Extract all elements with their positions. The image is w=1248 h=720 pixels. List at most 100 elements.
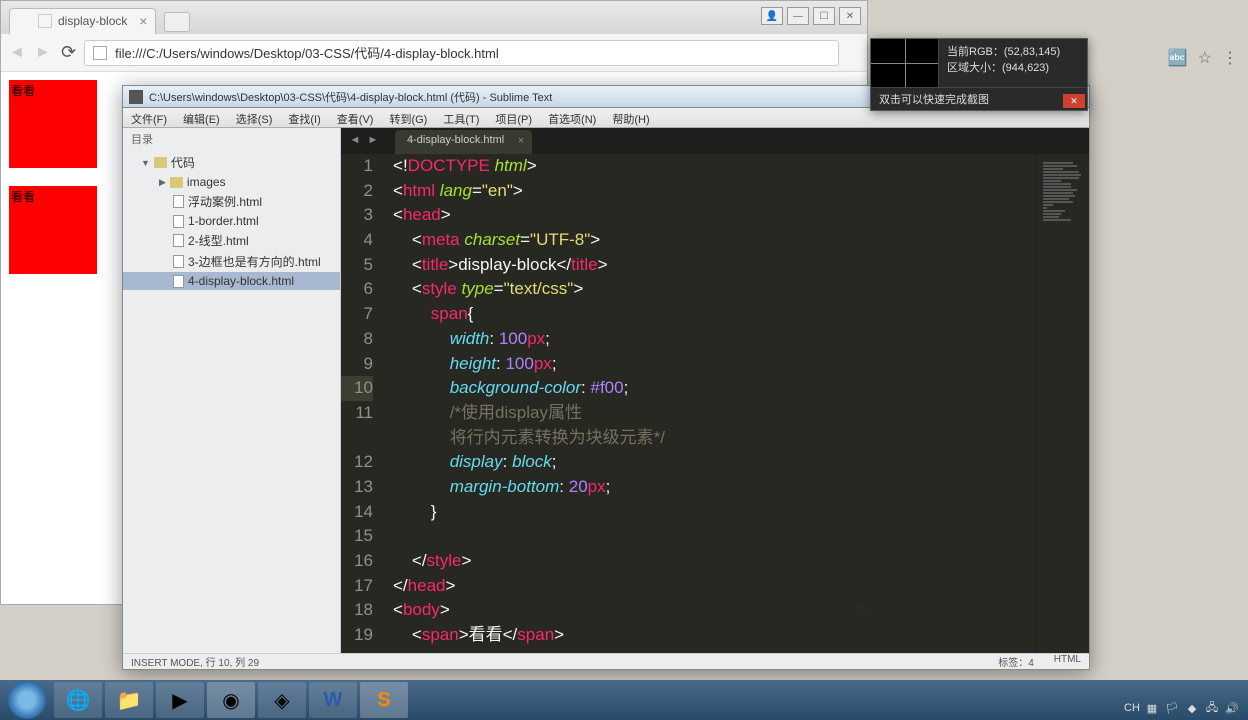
line-number: 8 [341,327,373,352]
code-area[interactable]: 12345678910111213141516171819 <!DOCTYPE … [341,154,1089,653]
tree-file-item[interactable]: 4-display-block.html [123,272,340,290]
status-mode: INSERT MODE, 行 10, 列 29 [131,654,259,669]
code-line: height: 100px; [393,352,1035,377]
taskbar-sublime-icon[interactable]: S [360,682,408,718]
url-bar[interactable]: file:///C:/Users/windows/Desktop/03-CSS/… [84,40,839,66]
line-number: 10 [341,376,373,401]
tray-network-icon[interactable]: 🖧 [1204,700,1220,716]
tray-icon[interactable]: ▦ [1144,700,1160,716]
taskbar-word-icon[interactable]: W [309,682,357,718]
code-content[interactable]: <!DOCTYPE html><html lang="en"><head> <m… [389,154,1035,653]
code-line: } [393,500,1035,525]
sidebar-header: 目录 [123,128,340,150]
tree-subfolder[interactable]: ▶ images [123,173,340,191]
tray-flag-icon[interactable]: 🏳 [1164,700,1180,716]
hint-text: 双击可以快速完成截图 [879,91,989,107]
sublime-editor: ◄ ► 4-display-block.html × 1234567891011… [341,128,1089,653]
code-line: <meta charset="UTF-8"> [393,228,1035,253]
maximize-button[interactable]: ☐ [813,7,835,25]
sublime-text-window: C:\Users\windows\Desktop\03-CSS\代码\4-dis… [122,85,1090,670]
status-syntax[interactable]: HTML [1054,654,1081,669]
tray-ime-icon[interactable]: CH [1124,700,1140,716]
tab-history-back-icon[interactable]: ◄ [347,132,363,148]
line-number: 6 [341,277,373,302]
translate-icon[interactable]: 🔤 [1168,48,1188,68]
menu-item[interactable]: 查找(I) [280,108,328,127]
line-number: 13 [341,475,373,500]
line-number: 2 [341,179,373,204]
file-icon [173,195,184,208]
tree-file-item[interactable]: 2-线型.html [123,230,340,251]
menu-item[interactable]: 编辑(E) [175,108,228,127]
close-button[interactable]: ✕ [839,7,861,25]
tree-root-folder[interactable]: ▼ 代码 [123,152,340,173]
chrome-menu-icon[interactable]: ⋮ [1222,48,1238,68]
start-button[interactable] [8,681,46,719]
tab-close-icon[interactable]: × [139,13,147,29]
sublime-menubar: 文件(F)编辑(E)选择(S)查找(I)查看(V)转到(G)工具(T)项目(P)… [123,108,1089,128]
line-number: 16 [341,549,373,574]
menu-item[interactable]: 帮助(H) [604,108,657,127]
tab-history-forward-icon[interactable]: ► [365,132,381,148]
line-number: 9 [341,352,373,377]
menu-item[interactable]: 文件(F) [123,108,175,127]
windows-taskbar: 🌐 📁 ▶ ◉ ◈ W S CH ▦ 🏳 ◆ 🖧 🔊 [0,680,1248,720]
taskbar-media-icon[interactable]: ▶ [156,682,204,718]
code-line: margin-bottom: 20px; [393,475,1035,500]
rgb-label: 当前RGB： [947,46,1004,58]
menu-item[interactable]: 查看(V) [329,108,382,127]
taskbar-explorer-icon[interactable]: 📁 [105,682,153,718]
sublime-sidebar: 目录 ▼ 代码 ▶ images 浮动案例.html1-border.html2… [123,128,341,653]
taskbar-ie-icon[interactable]: 🌐 [54,682,102,718]
browser-toolbar: ◄ ► ⟳ file:///C:/Users/windows/Desktop/0… [1,34,867,72]
tree-file-item[interactable]: 浮动案例.html [123,191,340,212]
code-line: <head> [393,203,1035,228]
menu-item[interactable]: 工具(T) [435,108,487,127]
minimize-button[interactable]: — [787,7,809,25]
line-number: 4 [341,228,373,253]
sublime-title: C:\Users\windows\Desktop\03-CSS\代码\4-dis… [149,89,552,105]
back-button[interactable]: ◄ [9,44,27,62]
tree-file-item[interactable]: 1-border.html [123,212,340,230]
reload-button[interactable]: ⟳ [61,42,76,63]
size-value: (944,623) [1002,62,1049,74]
editor-tab[interactable]: 4-display-block.html × [395,130,532,154]
code-line: <style type="text/css"> [393,277,1035,302]
line-number: 1 [341,154,373,179]
size-label: 区域大小： [947,62,1002,74]
editor-tab-close-icon[interactable]: × [518,135,524,147]
code-line: display: block; [393,450,1035,475]
picker-info: 当前RGB：(52,83,145) 区域大小：(944,623) [939,39,1068,87]
picker-close-button[interactable]: ✕ [1063,94,1085,108]
user-icon[interactable]: 👤 [761,7,783,25]
bookmark-star-icon[interactable]: ☆ [1198,48,1212,68]
code-line: background-color: #f00; [393,376,1035,401]
tree-file-item[interactable]: 3-边框也是有方向的.html [123,251,340,272]
code-line: <body> [393,598,1035,623]
tray-icon[interactable]: ◆ [1184,700,1200,716]
code-line: span{ [393,302,1035,327]
browser-tab[interactable]: display-block × [9,8,156,34]
browser-tab-strip: display-block × 👤 — ☐ ✕ [1,1,867,34]
color-picker-tooltip[interactable]: 当前RGB：(52,83,145) 区域大小：(944,623) 双击可以快速完… [870,38,1088,111]
new-tab-button[interactable] [164,12,190,32]
editor-tab-label: 4-display-block.html [407,134,504,146]
menu-item[interactable]: 项目(P) [487,108,540,127]
picker-hint: 双击可以快速完成截图 ✕ [871,87,1087,110]
taskbar-chrome-icon[interactable]: ◉ [207,682,255,718]
line-gutter: 12345678910111213141516171819 [341,154,389,653]
site-info-icon[interactable] [93,46,107,60]
status-tab-size[interactable]: 标签：4 [998,654,1034,669]
menu-item[interactable]: 选择(S) [228,108,281,127]
folder-label: images [187,175,226,189]
minimap[interactable] [1035,154,1089,653]
menu-item[interactable]: 首选项(N) [540,108,604,127]
url-text: file:///C:/Users/windows/Desktop/03-CSS/… [115,43,499,62]
menu-item[interactable]: 转到(G) [381,108,435,127]
taskbar-app-icon[interactable]: ◈ [258,682,306,718]
tab-title: display-block [58,14,127,28]
tray-volume-icon[interactable]: 🔊 [1224,700,1240,716]
rgb-value: (52,83,145) [1004,46,1060,58]
forward-button[interactable]: ► [35,44,53,62]
browser-omnibox-controls: 🔤 ☆ ⋮ [1168,48,1238,68]
